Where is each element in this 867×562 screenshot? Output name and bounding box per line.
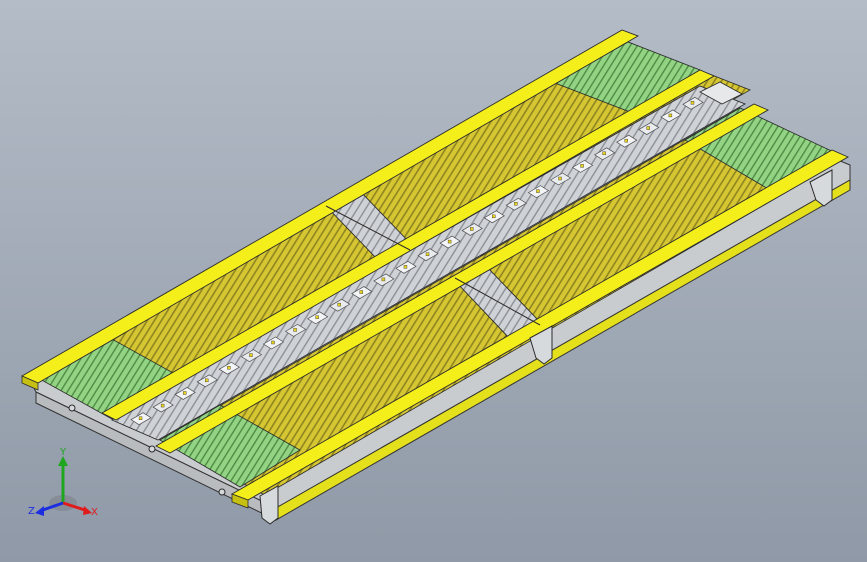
- 3d-model-view[interactable]: Y X Z: [0, 0, 867, 562]
- z-axis-label: Z: [28, 506, 35, 517]
- roller-pin: [646, 126, 651, 130]
- roller-pin: [558, 176, 562, 181]
- roller-pin: [469, 227, 474, 231]
- roller-pin: [514, 202, 518, 206]
- roller-pin: [205, 378, 209, 383]
- roller-pin: [602, 151, 606, 155]
- roller-pin: [536, 189, 540, 193]
- y-axis-label: Y: [59, 447, 67, 458]
- roller-pin: [492, 214, 496, 219]
- cad-viewport[interactable]: Y X Z: [0, 0, 867, 562]
- roller-pin: [425, 252, 430, 256]
- roller-pin: [337, 302, 341, 307]
- roller-pin: [227, 366, 231, 370]
- roller-pin: [160, 403, 165, 408]
- roller-pin: [447, 239, 452, 244]
- coordinate-triad: Y X Z: [28, 447, 98, 518]
- roller-pin: [182, 391, 187, 395]
- roller-pin: [690, 101, 695, 105]
- roller-pin: [271, 340, 275, 345]
- roller-pin: [381, 277, 386, 282]
- roller-pin: [403, 265, 408, 269]
- roller-pin: [138, 416, 143, 420]
- roller-pin: [624, 138, 628, 143]
- roller-pin: [668, 113, 673, 118]
- roller-pin: [359, 290, 364, 294]
- x-axis-label: X: [91, 507, 98, 518]
- roller-pin: [315, 315, 319, 319]
- roller-pin: [580, 164, 584, 168]
- roller-pin: [293, 328, 297, 332]
- roller-pin: [249, 353, 253, 357]
